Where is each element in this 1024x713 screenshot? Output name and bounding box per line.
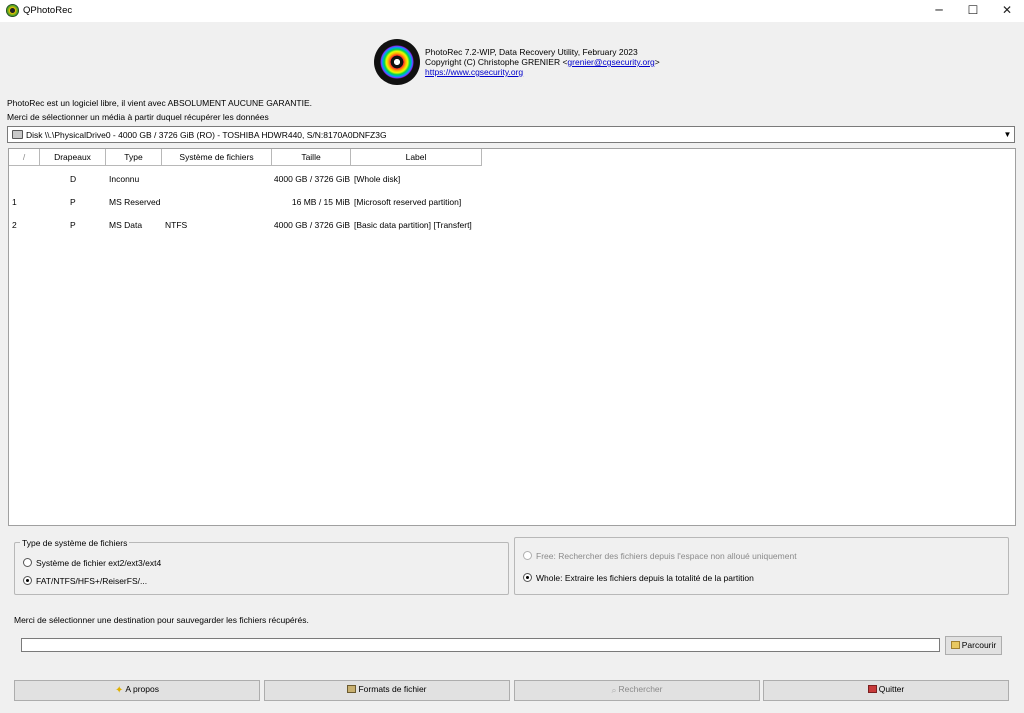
destination-label: Merci de sélectionner une destination po…	[14, 615, 309, 625]
cell-label: [Basic data partition] [Transfert]	[354, 220, 472, 230]
table-row[interactable]: 1 P MS Reserved 16 MB / 15 MiB [Microsof…	[9, 192, 1015, 212]
search-button-label: Rechercher	[618, 684, 663, 694]
ext-radio-label[interactable]: Système de fichier ext2/ext3/ext4	[36, 558, 161, 568]
title-bar	[0, 0, 1024, 22]
filesystem-type-group	[14, 542, 509, 595]
disclaimer-text: PhotoRec est un logiciel libre, il vient…	[7, 98, 313, 108]
scan-scope-group	[514, 537, 1009, 595]
column-header-type[interactable]: Type	[106, 149, 162, 166]
free-space-radio	[523, 551, 532, 560]
cell-label: [Whole disk]	[354, 174, 401, 184]
cell-label: [Microsoft reserved partition]	[354, 197, 462, 207]
cell-size: 4000 GB / 3726 GiB	[273, 174, 350, 184]
minimize-button[interactable]: ─	[922, 0, 956, 22]
disk-select-value: Disk \\.\PhysicalDrive0 - 4000 GB / 3726…	[26, 130, 387, 140]
table-row[interactable]: D Inconnu 4000 GB / 3726 GiB [Whole disk…	[9, 169, 1015, 189]
hard-drive-icon	[12, 130, 23, 139]
ext-radio[interactable]	[23, 558, 32, 567]
select-media-prompt: Merci de sélectionner un média à partir …	[7, 112, 269, 122]
email-link[interactable]: grenier@cgsecurity.org	[567, 57, 654, 67]
column-header-filesystem[interactable]: Système de fichiers	[162, 149, 272, 166]
file-formats-button-label: Formats de fichier	[358, 684, 427, 694]
app-icon	[6, 4, 19, 17]
cell-flag: P	[70, 220, 76, 230]
exit-icon	[867, 685, 877, 693]
quit-button-label: Quitter	[878, 684, 905, 694]
destination-input[interactable]	[21, 638, 940, 652]
cell-type: Inconnu	[109, 174, 140, 184]
cell-size: 4000 GB / 3726 GiB	[273, 220, 350, 230]
file-formats-button[interactable]: Formats de fichier	[264, 680, 510, 701]
filesystem-type-title: Type de système de fichiers	[20, 538, 130, 548]
cell-number: 2	[12, 220, 17, 230]
table-row[interactable]: 2 P MS Data NTFS 4000 GB / 3726 GiB [Bas…	[9, 215, 1015, 235]
column-header-label[interactable]: Label	[351, 149, 482, 166]
window-title: QPhotoRec	[23, 5, 73, 16]
quit-button[interactable]: Quitter	[763, 680, 1009, 701]
column-header-size[interactable]: Taille	[272, 149, 351, 166]
copyright-suffix: >	[654, 57, 660, 67]
file-formats-icon	[347, 685, 357, 693]
website-link[interactable]: https://www.cgsecurity.org	[425, 67, 523, 77]
fat-ntfs-radio-label[interactable]: FAT/NTFS/HFS+/ReiserFS/...	[36, 576, 147, 586]
about-button[interactable]: ✦ A propos	[14, 680, 260, 701]
sparkle-icon: ✦	[115, 685, 124, 696]
search-icon: ⌕	[611, 685, 617, 695]
cell-type: MS Reserved	[109, 197, 161, 207]
maximize-button[interactable]: ☐	[956, 0, 990, 22]
cell-number: 1	[12, 197, 17, 207]
fat-ntfs-radio[interactable]	[23, 576, 32, 585]
cell-flag: D	[70, 174, 77, 184]
photorec-logo	[374, 39, 420, 85]
close-button[interactable]: ✕	[990, 0, 1024, 22]
version-text: PhotoRec 7.2-WIP, Data Recovery Utility,…	[425, 47, 638, 57]
copyright-text: Copyright (C) Christophe GRENIER <grenie…	[425, 57, 660, 67]
chevron-down-icon[interactable]: ▼	[1001, 127, 1014, 142]
folder-icon	[950, 641, 960, 649]
copyright-prefix: Copyright (C) Christophe GRENIER <	[425, 57, 568, 67]
about-button-label: A propos	[125, 684, 159, 694]
whole-partition-radio[interactable]	[523, 573, 532, 582]
column-header-number[interactable]: /	[9, 149, 40, 166]
browse-button-label: Parcourir	[961, 640, 997, 650]
browse-button[interactable]: Parcourir	[945, 636, 1002, 655]
table-header: / Drapeaux Type Système de fichiers Tail…	[9, 149, 1015, 166]
column-header-flags[interactable]: Drapeaux	[40, 149, 106, 166]
cell-flag: P	[70, 197, 76, 207]
disk-select[interactable]: Disk \\.\PhysicalDrive0 - 4000 GB / 3726…	[7, 126, 1015, 143]
whole-partition-radio-label[interactable]: Whole: Extraire les fichiers depuis la t…	[536, 573, 754, 583]
partition-table[interactable]: / Drapeaux Type Système de fichiers Tail…	[8, 148, 1016, 526]
search-button: ⌕ Rechercher	[514, 680, 760, 701]
cell-type: MS Data	[109, 220, 143, 230]
free-space-radio-label: Free: Rechercher des fichiers depuis l'e…	[536, 551, 797, 561]
cell-size: 16 MB / 15 MiB	[291, 197, 350, 207]
cell-filesystem: NTFS	[165, 220, 188, 230]
